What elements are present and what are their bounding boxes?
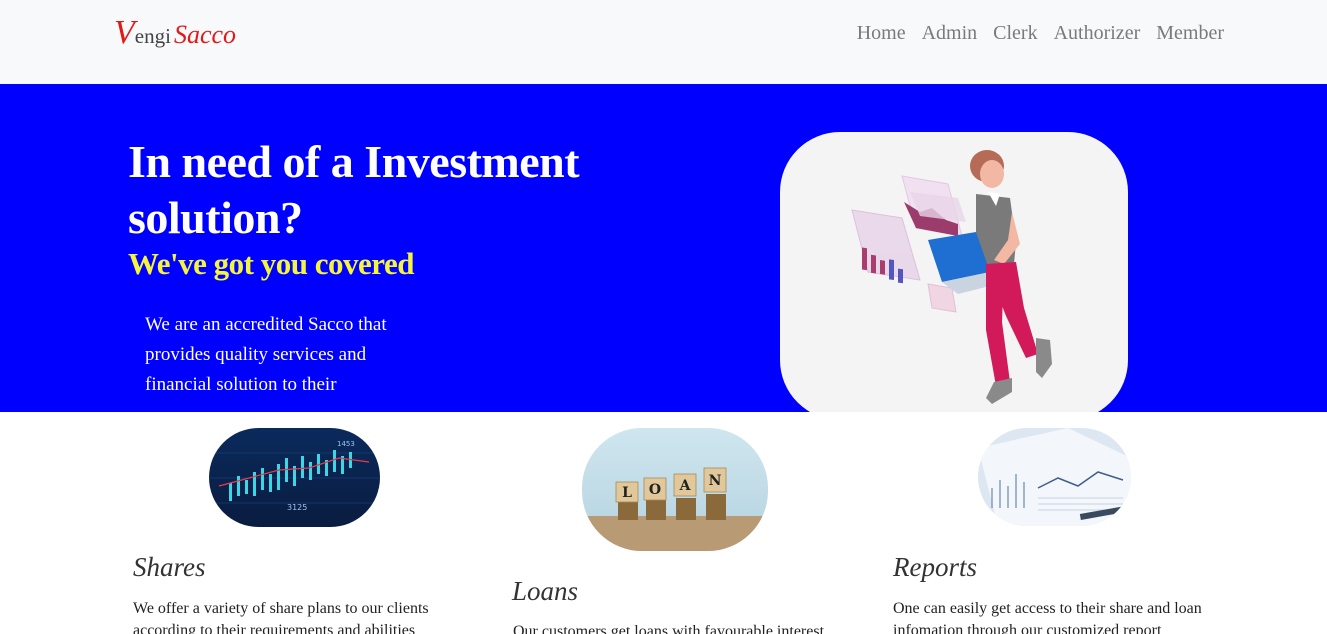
stock-chart-icon: 3125 1453 bbox=[209, 428, 380, 527]
nav-member[interactable]: Member bbox=[1156, 22, 1224, 45]
chart-label-1: 3125 bbox=[287, 503, 307, 512]
loan-blocks-icon: L O A N bbox=[582, 428, 768, 551]
nav-admin[interactable]: Admin bbox=[922, 22, 978, 45]
hero-subtitle: We've got you covered bbox=[128, 246, 414, 281]
report-documents-icon bbox=[978, 428, 1131, 526]
shares-image: 3125 1453 bbox=[209, 428, 380, 527]
reports-title: Reports bbox=[893, 552, 977, 582]
loan-block-L: L bbox=[622, 485, 632, 501]
shares-title: Shares bbox=[133, 552, 206, 582]
loans-image: L O A N bbox=[582, 428, 768, 551]
loans-text: Our customers get loans with favourable … bbox=[513, 623, 825, 634]
nav-home[interactable]: Home bbox=[857, 22, 906, 45]
hero-illustration bbox=[780, 132, 1128, 412]
reports-text: One can easily get access to their share… bbox=[893, 600, 1202, 634]
shares-text: We offer a variety of share plans to our… bbox=[133, 600, 429, 634]
nav-clerk[interactable]: Clerk bbox=[993, 22, 1037, 45]
loan-block-N: N bbox=[709, 473, 722, 489]
loan-block-A: A bbox=[679, 478, 692, 494]
nav-authorizer[interactable]: Authorizer bbox=[1054, 22, 1141, 45]
hero-title: In need of a Investment solution? bbox=[128, 136, 580, 243]
loan-block-O: O bbox=[649, 482, 661, 498]
hero-section: In need of a Investment solution? We've … bbox=[0, 84, 1327, 412]
loans-title: Loans bbox=[512, 576, 579, 606]
brand-name-part: engi bbox=[134, 24, 171, 48]
nav-links: Home Admin Clerk Authorizer Member bbox=[857, 22, 1224, 45]
navbar: V engi Sacco Home Admin Clerk Authorizer… bbox=[0, 0, 1327, 84]
investor-illustration bbox=[851, 150, 1052, 404]
reports-image bbox=[978, 428, 1131, 526]
chart-label-2: 1453 bbox=[337, 440, 355, 448]
brand-sacco: Sacco bbox=[173, 20, 237, 49]
hero-description: We are an accredited Sacco that provides… bbox=[145, 314, 387, 395]
brand-logo[interactable]: V engi Sacco bbox=[114, 14, 236, 54]
brand-initial: V bbox=[114, 14, 135, 51]
